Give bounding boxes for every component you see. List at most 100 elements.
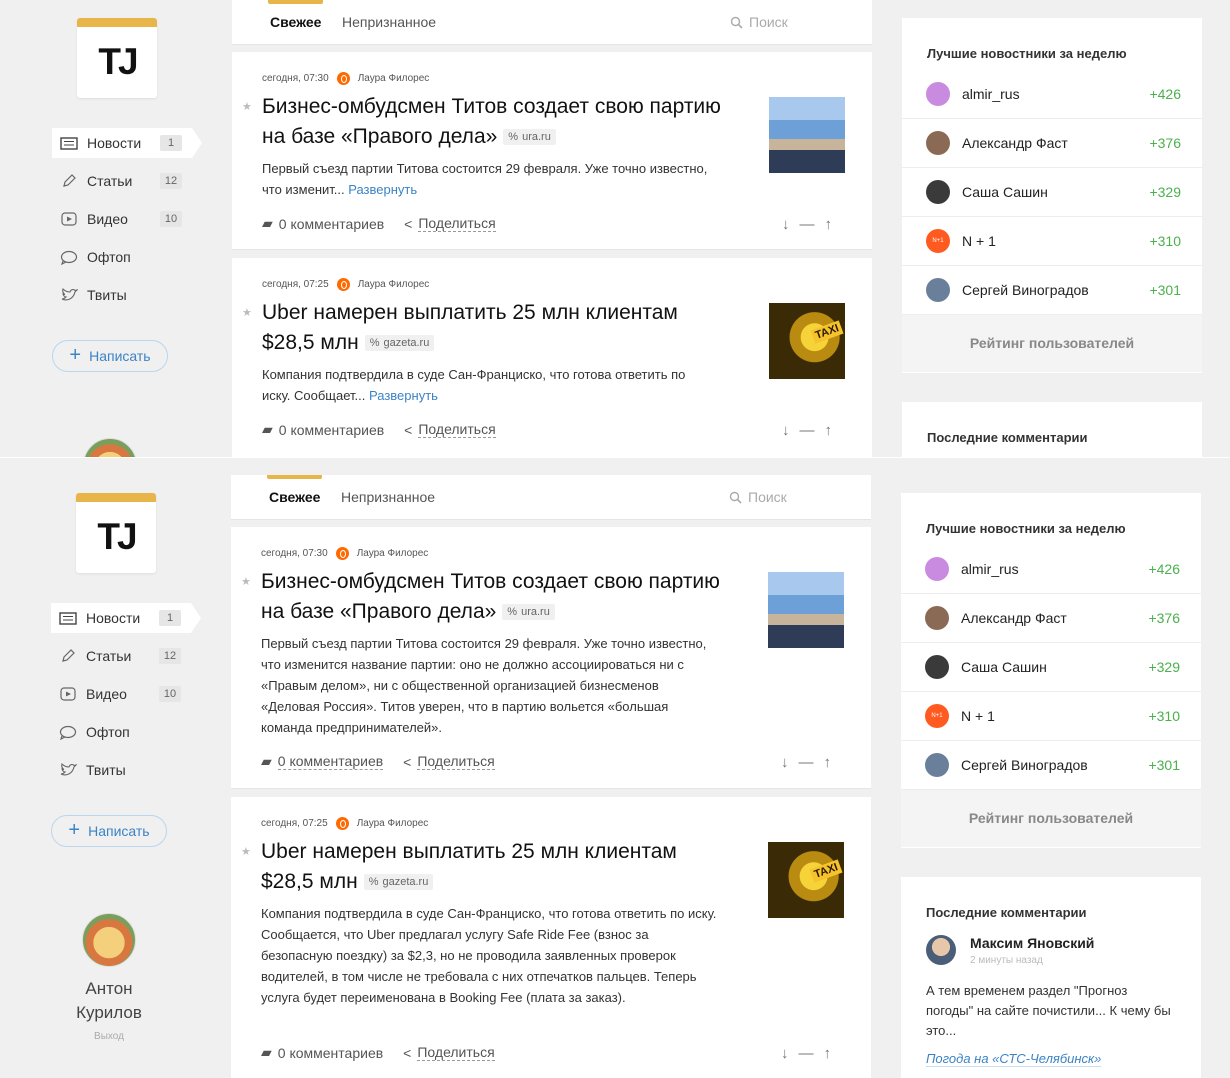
post-thumbnail[interactable] xyxy=(768,572,844,648)
star-icon[interactable]: ★ xyxy=(241,575,251,588)
comments-icon: ▰ xyxy=(262,215,273,231)
sidebar-item-offtop[interactable]: Офтоп xyxy=(52,242,202,272)
leaders-block: Лучшие новостники за неделю almir_rus +42… xyxy=(901,493,1201,848)
rating-dash: — xyxy=(798,1045,814,1062)
source-badge[interactable]: % ura.ru xyxy=(502,604,555,620)
source-badge[interactable]: % gazeta.ru xyxy=(363,874,434,890)
post-title[interactable]: Uber намерен выплатить 25 млн клиентам $… xyxy=(262,298,732,358)
search-input[interactable]: Поиск xyxy=(730,14,788,30)
sidebar-item-articles[interactable]: Статьи 12 xyxy=(51,641,201,671)
nav-count-badge: 10 xyxy=(160,211,182,227)
comments-block-title: Последние комментарии xyxy=(926,905,1087,920)
site-logo[interactable]: TJ xyxy=(76,493,156,573)
write-button[interactable]: + Написать xyxy=(52,340,168,372)
share-button[interactable]: < Поделиться xyxy=(404,421,496,438)
tab-unrecognized[interactable]: Непризнанное xyxy=(342,14,436,30)
news-icon xyxy=(59,611,77,625)
nav-count-badge: 12 xyxy=(160,173,182,189)
link-icon: % xyxy=(369,337,380,349)
comments-link[interactable]: ▰ 0 комментариев xyxy=(261,1044,383,1061)
vote-down-icon[interactable]: ↓ xyxy=(781,754,789,771)
user-profile xyxy=(58,438,162,457)
sidebar-item-news[interactable]: Новости 1 xyxy=(52,128,202,158)
plus-icon: + xyxy=(69,344,82,366)
post-thumbnail[interactable] xyxy=(769,97,845,173)
sidebar-item-offtop[interactable]: Офтоп xyxy=(51,717,201,747)
post-thumbnail[interactable]: TAXI xyxy=(768,842,844,918)
expand-link[interactable]: Развернуть xyxy=(348,182,417,197)
post-thumbnail[interactable]: TAXI xyxy=(769,303,845,379)
excerpt-text: Первый съезд партии Титова состоится 29 … xyxy=(262,161,708,197)
leader-row[interactable]: almir_rus +426 xyxy=(901,545,1201,594)
leader-score: +301 xyxy=(1149,282,1181,298)
post-author[interactable]: Лаура Филорес xyxy=(357,548,429,559)
share-button[interactable]: < Поделиться xyxy=(403,1044,495,1061)
post-title[interactable]: Uber намерен выплатить 25 млн клиентам $… xyxy=(261,837,731,897)
write-button-label: Написать xyxy=(88,823,150,839)
tab-fresh[interactable]: Свежее xyxy=(267,0,324,30)
share-button[interactable]: < Поделиться xyxy=(403,753,495,770)
vote-up-icon[interactable]: ↑ xyxy=(824,1045,832,1062)
comments-link[interactable]: ▰ 0 комментариев xyxy=(261,753,384,770)
source-badge[interactable]: % ura.ru xyxy=(503,129,556,145)
star-icon[interactable]: ★ xyxy=(242,100,252,113)
user-avatar[interactable] xyxy=(83,438,137,457)
sidebar-item-tweets[interactable]: Твиты xyxy=(51,755,201,785)
tab-unrecognized[interactable]: Непризнанное xyxy=(341,489,435,505)
sidebar-item-news[interactable]: Новости 1 xyxy=(51,603,201,633)
post-author[interactable]: Лаура Филорес xyxy=(358,279,430,290)
post-card: сегодня, 07:25 Лаура Филорес ★ Uber наме… xyxy=(231,797,871,1078)
users-rating-link[interactable]: Рейтинг пользователей xyxy=(902,315,1202,372)
comment-author-name[interactable]: Максим Яновский xyxy=(970,935,1094,951)
leader-row[interactable]: Александр Фаст +376 xyxy=(901,594,1201,643)
sidebar-item-tweets[interactable]: Твиты xyxy=(52,280,202,310)
post-title[interactable]: Бизнес-омбудсмен Титов создает свою парт… xyxy=(262,92,732,152)
post-author[interactable]: Лаура Филорес xyxy=(358,73,430,84)
author-icon xyxy=(336,72,350,85)
post-actions: ▰ 0 комментариев < Поделиться xyxy=(261,753,495,770)
vote-down-icon[interactable]: ↓ xyxy=(782,422,790,439)
star-icon[interactable]: ★ xyxy=(241,845,251,858)
leader-row[interactable]: almir_rus +426 xyxy=(902,70,1202,119)
source-badge[interactable]: % gazeta.ru xyxy=(364,335,435,351)
vote-down-icon[interactable]: ↓ xyxy=(781,1045,789,1062)
user-name[interactable]: Антон Курилов xyxy=(57,977,161,1025)
leader-row[interactable]: Саша Сашин +329 xyxy=(901,643,1201,692)
logout-link[interactable]: Выход xyxy=(57,1031,161,1042)
leader-row[interactable]: N+1 N + 1 +310 xyxy=(901,692,1201,741)
sidebar-item-label: Твиты xyxy=(87,287,127,303)
comments-link[interactable]: ▰ 0 комментариев xyxy=(262,421,384,438)
write-button[interactable]: + Написать xyxy=(51,815,167,847)
rating-dash: — xyxy=(799,216,815,233)
comment-text[interactable]: А тем временем раздел "Прогноз погоды" н… xyxy=(926,981,1176,1041)
user-avatar[interactable] xyxy=(82,913,136,967)
sidebar-item-articles[interactable]: Статьи 12 xyxy=(52,166,202,196)
vote-up-icon[interactable]: ↑ xyxy=(825,422,833,439)
vote-up-icon[interactable]: ↑ xyxy=(825,216,833,233)
vote-down-icon[interactable]: ↓ xyxy=(782,216,790,233)
leader-avatar xyxy=(926,180,950,204)
site-logo[interactable]: TJ xyxy=(77,18,157,98)
comment-post-link[interactable]: Погода на «СТС-Челябинск» xyxy=(926,1051,1102,1067)
leader-row[interactable]: Саша Сашин +329 xyxy=(902,168,1202,217)
leader-row[interactable]: Александр Фаст +376 xyxy=(902,119,1202,168)
post-meta: сегодня, 07:25 Лаура Филорес xyxy=(262,278,429,291)
comments-link[interactable]: ▰ 0 комментариев xyxy=(262,215,384,232)
share-button[interactable]: < Поделиться xyxy=(404,215,496,232)
leader-row[interactable]: N+1 N + 1 +310 xyxy=(902,217,1202,266)
post-author[interactable]: Лаура Филорес xyxy=(357,818,429,829)
post-title[interactable]: Бизнес-омбудсмен Титов создает свою парт… xyxy=(261,567,731,627)
star-icon[interactable]: ★ xyxy=(242,306,252,319)
expand-link[interactable]: Развернуть xyxy=(369,388,438,403)
sidebar-item-video[interactable]: Видео 10 xyxy=(52,204,202,234)
leader-row[interactable]: Сергей Виноградов +301 xyxy=(901,741,1201,790)
leader-row[interactable]: Сергей Виноградов +301 xyxy=(902,266,1202,315)
users-rating-link[interactable]: Рейтинг пользователей xyxy=(901,790,1201,847)
search-input[interactable]: Поиск xyxy=(729,489,787,505)
comment-author-avatar[interactable] xyxy=(926,935,956,965)
vote-up-icon[interactable]: ↑ xyxy=(824,754,832,771)
sidebar-item-video[interactable]: Видео 10 xyxy=(51,679,201,709)
leader-name: Александр Фаст xyxy=(962,135,1068,151)
tab-fresh[interactable]: Свежее xyxy=(266,475,323,505)
share-icon: < xyxy=(404,421,413,438)
